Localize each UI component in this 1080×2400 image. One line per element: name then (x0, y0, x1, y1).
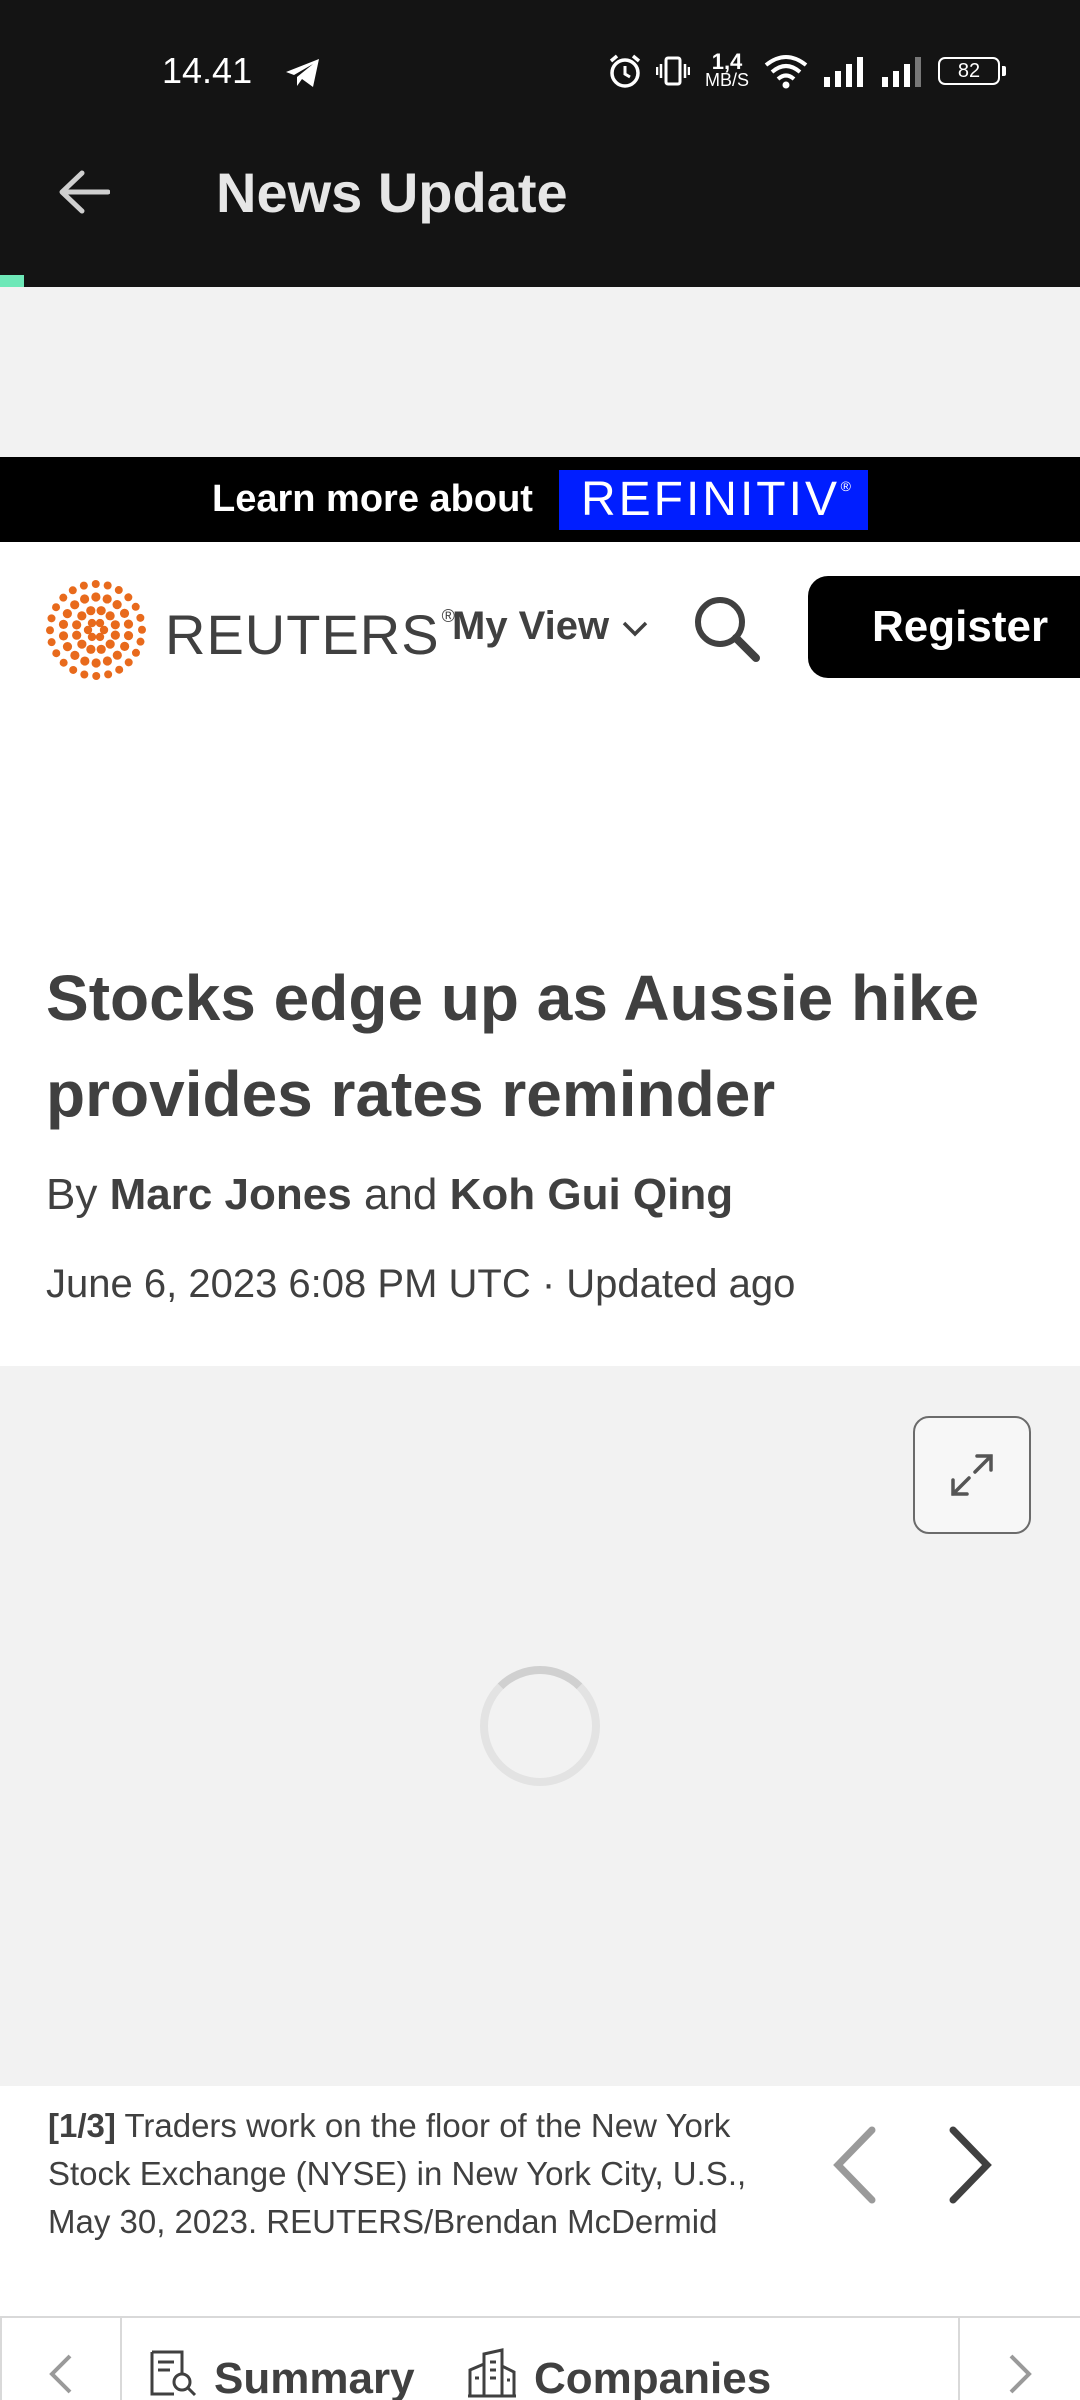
ad-text: Learn more about (212, 478, 533, 520)
loading-spinner (480, 1666, 600, 1786)
refinitiv-logo: REFINITIV ® (558, 469, 868, 530)
byline-prefix: By (46, 1170, 98, 1219)
author-link-2[interactable]: Koh Gui Qing (450, 1170, 734, 1219)
gallery-caption: [1/3] Traders work on the floor of the N… (48, 2102, 768, 2246)
byline-conjunction: and (363, 1170, 438, 1219)
app-top-bar: 14.41 1,4 MB/S 82 News Update (0, 0, 1080, 287)
author-link-1[interactable]: Marc Jones (110, 1170, 352, 1219)
reuters-logo-icon[interactable] (44, 578, 148, 682)
chevron-right-icon[interactable] (935, 2120, 1005, 2210)
article-headline: Stocks edge up as Aussie hike provides r… (46, 962, 980, 1130)
tab-scroll-left-icon[interactable] (0, 2318, 122, 2400)
gallery-caption-text: Traders work on the floor of the New Yor… (48, 2107, 747, 2240)
tab-companies-label: Companies (534, 2353, 772, 2400)
tab-summary-label: Summary (214, 2353, 415, 2400)
back-arrow-icon[interactable] (52, 160, 116, 224)
tab-scroll-right-icon[interactable] (958, 2318, 1080, 2400)
summary-icon (148, 2348, 198, 2400)
reuters-wordmark-text: REUTERS (165, 603, 440, 666)
article-date: June 6, 2023 6:08 PM UTC · Updated ago (46, 1262, 796, 1306)
ad-brand-mark: ® (840, 477, 854, 494)
ad-placeholder (0, 287, 1080, 457)
page-load-progress (0, 275, 24, 287)
battery-indicator: 82 (938, 57, 1006, 85)
app-title: News Update (216, 161, 568, 224)
wifi-icon (764, 53, 808, 89)
signal-icon-sim1 (822, 55, 866, 87)
expand-icon[interactable] (913, 1416, 1031, 1534)
refinitiv-ad-banner[interactable]: Learn more about REFINITIV ® (0, 457, 1080, 542)
alarm-icon (608, 53, 642, 89)
telegram-icon (283, 55, 323, 91)
article-byline: By Marc Jones and Koh Gui Qing (46, 1170, 733, 1220)
vibrate-icon (656, 54, 690, 88)
signal-icon-sim2 (880, 55, 924, 87)
status-time: 14.41 (162, 50, 253, 91)
chevron-down-icon (621, 604, 649, 649)
network-speed: 1,4 MB/S (704, 49, 749, 90)
status-icons: 1,4 MB/S 82 (608, 48, 1006, 94)
tab-summary[interactable]: Summary (148, 2348, 415, 2400)
building-icon (466, 2348, 518, 2400)
article-tab-strip: Summary Companies (0, 2316, 1080, 2400)
gallery-image[interactable] (0, 1366, 1080, 2086)
my-view-menu[interactable]: My View (452, 604, 649, 649)
reuters-wordmark[interactable]: REUTERS ® (165, 602, 456, 667)
tab-companies[interactable]: Companies (466, 2348, 771, 2400)
my-view-label: My View (452, 604, 610, 648)
search-icon[interactable] (690, 592, 762, 664)
ad-brand: REFINITIV (580, 473, 840, 526)
site-header: REUTERS ® My View Register (0, 542, 1080, 712)
chevron-left-icon[interactable] (820, 2120, 890, 2210)
gallery-counter: [1/3] (48, 2107, 116, 2144)
register-button[interactable]: Register (808, 576, 1080, 678)
